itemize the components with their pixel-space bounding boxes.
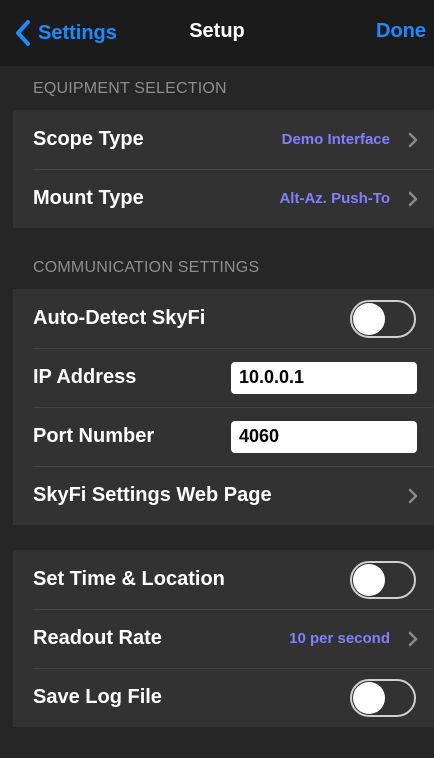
page-title: Setup [189, 20, 245, 42]
auto-detect-toggle[interactable] [350, 299, 416, 338]
chevron-right-icon [408, 488, 418, 503]
ip-address-label: IP Address [33, 366, 137, 388]
scope-type-label: Scope Type [33, 128, 144, 150]
scope-type-row[interactable]: Scope Type Demo Interface [13, 110, 434, 169]
toggle-knob [353, 681, 385, 714]
toggle-knob [353, 563, 385, 596]
done-button[interactable]: Done [376, 20, 426, 43]
mount-type-value: Alt-Az. Push-To [279, 190, 390, 207]
ip-address-field[interactable] [231, 361, 417, 394]
auto-detect-label: Auto-Detect SkyFi [33, 307, 206, 329]
communication-group: Auto-Detect SkyFi IP Address Port Number… [13, 289, 434, 525]
set-time-toggle[interactable] [350, 560, 416, 599]
navigation-bar: Settings Setup Done [0, 0, 434, 66]
chevron-right-icon [408, 191, 418, 206]
toggle-knob [353, 302, 385, 335]
save-log-label: Save Log File [33, 686, 162, 708]
readout-rate-value: 10 per second [289, 630, 390, 647]
port-number-row: Port Number [13, 407, 434, 466]
readout-rate-label: Readout Rate [33, 627, 162, 649]
mount-type-label: Mount Type [33, 187, 144, 209]
port-number-label: Port Number [33, 425, 155, 447]
chevron-right-icon [408, 132, 418, 147]
save-log-toggle[interactable] [350, 678, 416, 717]
web-page-row[interactable]: SkyFi Settings Web Page [13, 466, 434, 525]
set-time-label: Set Time & Location [33, 568, 225, 590]
scope-type-value: Demo Interface [281, 131, 390, 148]
port-number-field[interactable] [231, 420, 417, 453]
auto-detect-row: Auto-Detect SkyFi [13, 289, 434, 348]
web-page-label: SkyFi Settings Web Page [33, 484, 272, 506]
equipment-group: Scope Type Demo Interface Mount Type Alt… [13, 110, 434, 228]
save-log-row: Save Log File [13, 668, 434, 727]
mount-type-row[interactable]: Mount Type Alt-Az. Push-To [13, 169, 434, 228]
set-time-row: Set Time & Location [13, 550, 434, 609]
readout-rate-row[interactable]: Readout Rate 10 per second [13, 609, 434, 668]
section-header-communication: COMMUNICATION SETTINGS [33, 259, 260, 276]
misc-group: Set Time & Location Readout Rate 10 per … [13, 550, 434, 727]
section-header-equipment: EQUIPMENT SELECTION [33, 80, 227, 97]
chevron-right-icon [408, 631, 418, 646]
ip-address-row: IP Address [13, 348, 434, 407]
